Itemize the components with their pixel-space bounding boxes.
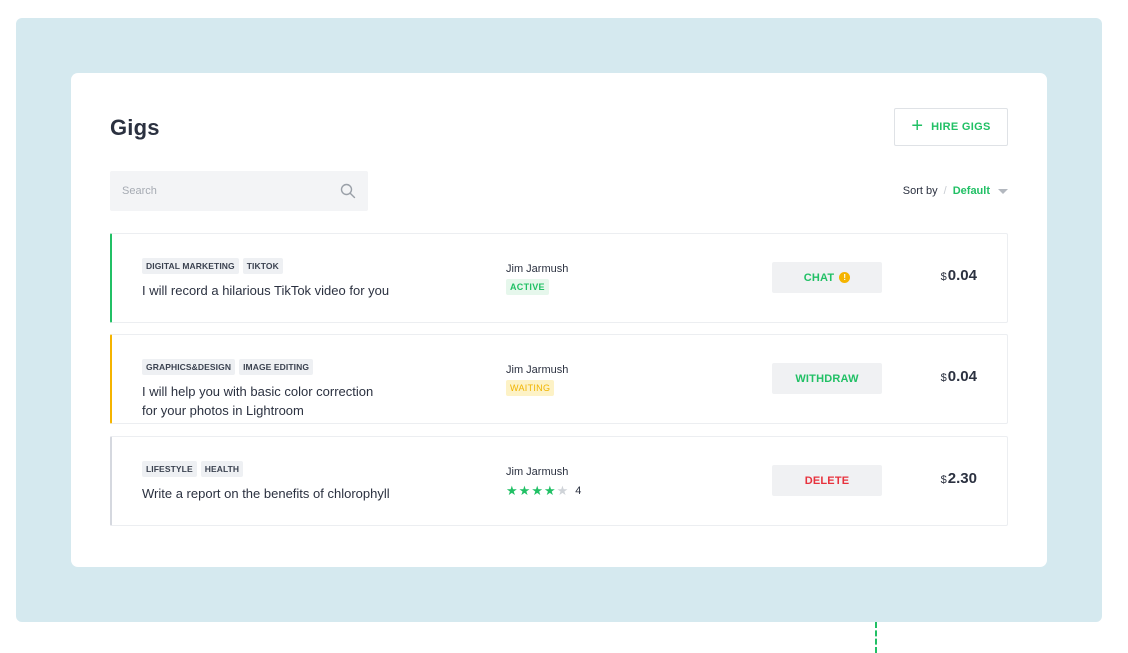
gig-title: I will record a hilarious TikTok video f… — [142, 283, 390, 298]
search-icon[interactable] — [340, 183, 356, 199]
star-icon: ★ — [556, 483, 569, 498]
star-icon: ★ — [543, 483, 556, 498]
gig-title-line: I will help you with basic color correct… — [142, 384, 374, 399]
gig-owner: Jim Jarmush — [506, 263, 569, 275]
gig-row[interactable]: LIFESTYLE HEALTH Write a report on the b… — [110, 436, 1008, 526]
price-amount: 2.30 — [947, 470, 977, 487]
chat-button[interactable]: CHAT ! — [772, 262, 882, 293]
chevron-down-icon[interactable] — [998, 188, 1008, 194]
withdraw-button[interactable]: WITHDRAW — [772, 363, 882, 394]
sort-control: Sort by / Default — [903, 185, 1008, 197]
category-tag[interactable]: DIGITAL MARKETING — [142, 258, 239, 274]
gig-owner: Jim Jarmush — [506, 466, 569, 478]
page-background: Gigs + HIRE GIGS Sort by / Default DIGIT… — [16, 18, 1102, 622]
gigs-panel: Gigs + HIRE GIGS Sort by / Default DIGIT… — [71, 73, 1047, 567]
star-icon: ★ — [531, 483, 543, 498]
price-amount: 0.04 — [947, 267, 977, 284]
category-tag[interactable]: LIFESTYLE — [142, 461, 197, 477]
category-tag[interactable]: GRAPHICS&DESIGN — [142, 359, 236, 375]
gig-price: $ 2.30 — [941, 470, 977, 487]
sort-separator: / — [943, 185, 947, 197]
gig-title: I will help you with basic color correct… — [142, 382, 412, 420]
category-tag[interactable]: HEALTH — [200, 461, 244, 477]
tag-list: LIFESTYLE HEALTH — [142, 461, 244, 477]
sort-dropdown[interactable]: Default — [953, 185, 990, 197]
category-tag[interactable]: IMAGE EDITING — [239, 359, 314, 375]
rating-count: 4 — [575, 484, 582, 497]
gig-title: Write a report on the benefits of chloro… — [142, 486, 390, 501]
tag-list: GRAPHICS&DESIGN IMAGE EDITING — [142, 359, 314, 375]
gig-price: $ 0.04 — [941, 267, 977, 284]
gig-title-line: for your photos in Lightroom — [142, 403, 304, 418]
hire-gigs-label: HIRE GIGS — [931, 121, 991, 133]
status-badge: ACTIVE — [506, 279, 549, 295]
star-icon: ★ — [518, 483, 531, 498]
gig-owner: Jim Jarmush — [506, 364, 569, 376]
gig-row[interactable]: DIGITAL MARKETING TIKTOK I will record a… — [110, 233, 1008, 323]
search-input[interactable] — [122, 185, 340, 197]
delete-button[interactable]: DELETE — [772, 465, 882, 496]
category-tag[interactable]: TIKTOK — [242, 258, 283, 274]
star-list: ★ ★ ★ ★ ★ — [506, 484, 568, 497]
page-title: Gigs — [110, 115, 160, 140]
tag-list: DIGITAL MARKETING TIKTOK — [142, 258, 283, 274]
currency-symbol: $ — [940, 372, 947, 384]
status-badge: WAITING — [506, 380, 555, 396]
sort-label: Sort by — [902, 185, 938, 197]
gig-row[interactable]: GRAPHICS&DESIGN IMAGE EDITING I will hel… — [110, 334, 1008, 424]
search-box — [110, 171, 368, 211]
gig-price: $ 0.04 — [941, 368, 977, 385]
hire-gigs-button[interactable]: + HIRE GIGS — [894, 108, 1008, 146]
star-icon: ★ — [506, 483, 518, 498]
currency-symbol: $ — [940, 474, 947, 486]
star-rating: ★ ★ ★ ★ ★ 4 — [506, 484, 581, 497]
currency-symbol: $ — [940, 271, 947, 283]
dashed-guide-line — [875, 622, 877, 653]
alert-icon: ! — [839, 272, 851, 283]
chat-label: CHAT — [803, 271, 835, 284]
price-amount: 0.04 — [947, 368, 977, 385]
plus-icon: + — [911, 115, 924, 137]
